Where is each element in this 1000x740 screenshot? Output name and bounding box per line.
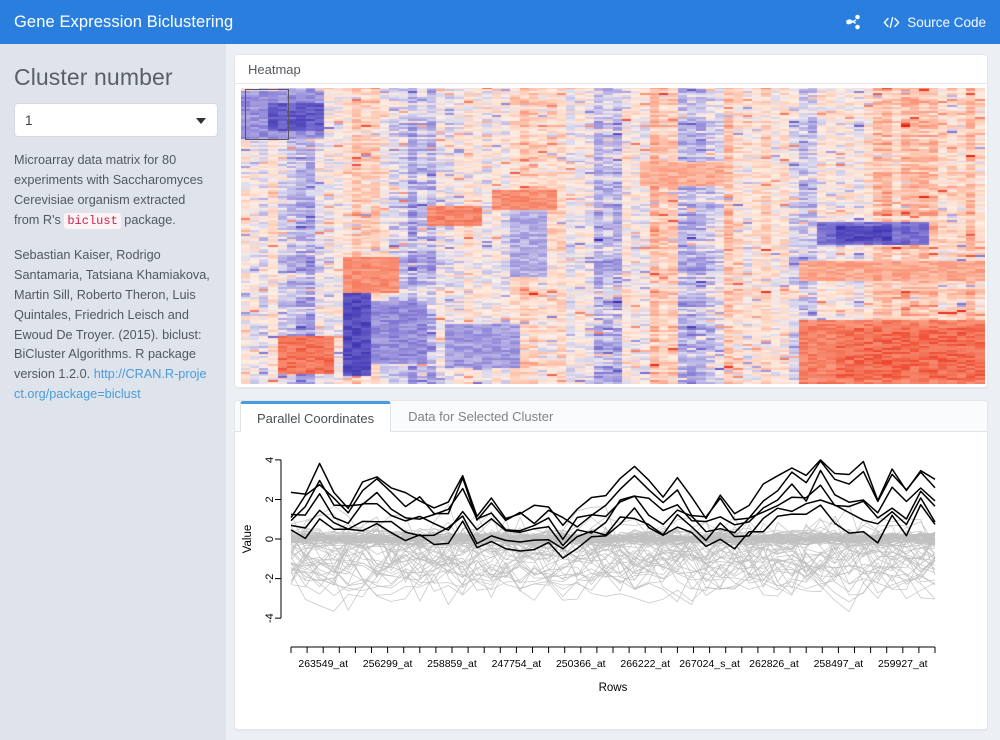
app-header: Gene Expression Biclustering Source Code [0,0,1000,44]
heatmap-panel-header: Heatmap [235,55,987,84]
main-content: Heatmap Parallel Coordinates Data for Se… [226,44,1000,740]
source-code-button[interactable]: Source Code [883,15,986,30]
code-brackets-icon [883,16,900,29]
cluster-number-value: 1 [25,112,33,128]
dataset-description: Microarray data matrix for 80 experiment… [14,151,212,231]
svg-text:Value: Value [242,525,254,554]
svg-text:267024_s_at: 267024_s_at [679,658,740,670]
heatmap-title: Heatmap [248,61,301,77]
svg-text:Rows: Rows [599,682,628,694]
svg-text:266222_at: 266222_at [620,658,670,670]
chevron-down-icon [196,118,206,124]
svg-text:258859_at: 258859_at [427,658,477,670]
package-name-code: biclust [64,212,121,229]
svg-text:262826_at: 262826_at [749,658,799,670]
tab-data-for-selected-cluster[interactable]: Data for Selected Cluster [391,401,570,431]
heatmap-plot-area [235,84,987,387]
heatmap-panel: Heatmap [234,54,988,388]
citation-paragraph: Sebastian Kaiser, Rodrigo Santamaria, Ta… [14,246,212,406]
bottom-panel: Parallel Coordinates Data for Selected C… [234,400,988,730]
heatmap-canvas[interactable] [241,88,985,384]
cluster-number-select[interactable]: 1 [14,103,218,137]
heatmap-image[interactable] [241,88,985,384]
svg-text:250366_at: 250366_at [556,658,606,670]
svg-text:263549_at: 263549_at [298,658,348,670]
tabstrip: Parallel Coordinates Data for Selected C… [235,401,987,432]
page-title: Gene Expression Biclustering [14,12,234,31]
svg-text:0: 0 [264,536,276,542]
svg-text:258497_at: 258497_at [814,658,864,670]
svg-text:247754_at: 247754_at [492,658,542,670]
tab-data-for-selected-cluster-label: Data for Selected Cluster [408,409,554,424]
description-text-2: package. [120,212,176,227]
svg-text:256299_at: 256299_at [363,658,413,670]
citation-text: Sebastian Kaiser, Rodrigo Santamaria, Ta… [14,247,210,382]
svg-text:4: 4 [264,457,276,463]
tab-parallel-coordinates-label: Parallel Coordinates [257,410,375,426]
svg-text:-4: -4 [264,613,276,623]
share-icon [845,14,861,30]
source-code-label: Source Code [907,14,986,30]
svg-text:259927_at: 259927_at [878,658,928,670]
parallel-coordinates-plot: -4 -2 0 2 4 Value 263549_at 256299_at 258859_at 2… [235,432,987,729]
parallel-coordinates-svg: -4 -2 0 2 4 Value 263549_at 256299_at 258859_at 2… [242,457,936,694]
svg-text:-2: -2 [264,574,276,584]
svg-text:2: 2 [264,496,276,502]
share-button[interactable] [845,14,861,30]
tab-parallel-coordinates[interactable]: Parallel Coordinates [240,401,392,432]
header-actions: Source Code [845,14,986,30]
sidebar: Cluster number 1 Microarray data matrix … [0,44,226,740]
sidebar-title: Cluster number [14,64,173,90]
